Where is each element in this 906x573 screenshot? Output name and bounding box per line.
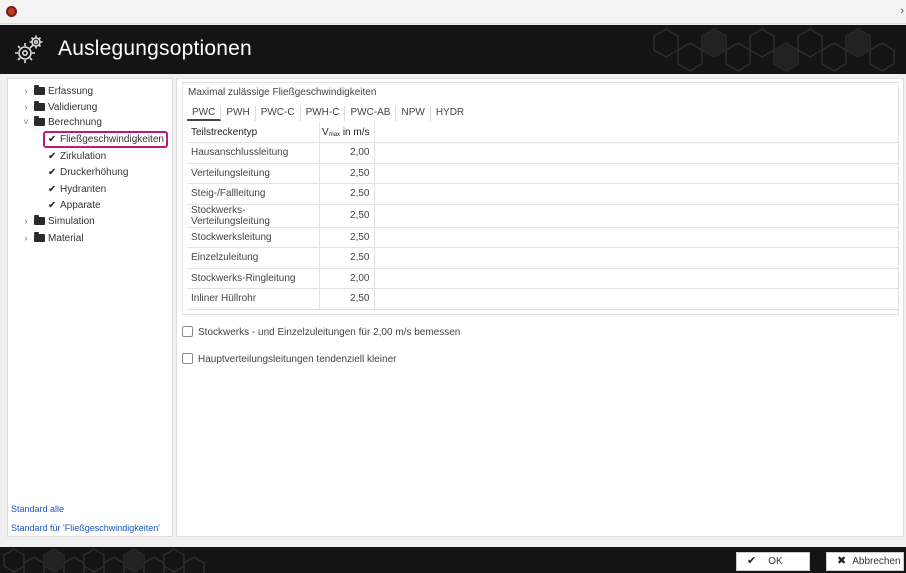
table-row[interactable]: Stockwerksleitung 2,50 bbox=[187, 227, 899, 248]
folder-icon bbox=[34, 232, 45, 242]
checkbox[interactable] bbox=[182, 353, 193, 364]
tree-item-material[interactable]: › Material bbox=[20, 231, 84, 246]
tree-item-zirkulation[interactable]: ✔ Zirkulation bbox=[48, 149, 106, 164]
ok-button[interactable]: ✔ OK bbox=[736, 552, 810, 571]
option-stockwerks-2m-checkbox[interactable]: Stockwerks - und Einzelzuleitungen für 2… bbox=[182, 326, 460, 340]
tree-item-label: Zirkulation bbox=[60, 151, 107, 162]
tab-pwh[interactable]: PWH bbox=[221, 106, 256, 121]
cell-vmax[interactable]: 2,50 bbox=[319, 227, 375, 248]
option-hauptverteilung-checkbox[interactable]: Hauptverteilungsleitungen tendenziell kl… bbox=[182, 353, 396, 367]
column-header-type: Teilstreckentyp bbox=[187, 122, 320, 143]
dialog-title: Auslegungsoptionen bbox=[58, 37, 252, 60]
folder-open-icon bbox=[34, 116, 45, 126]
cell-vmax[interactable]: 2,50 bbox=[319, 163, 375, 184]
column-header-vmax: Vmax in m/s bbox=[319, 122, 375, 143]
tree-item-label: Apparate bbox=[60, 200, 101, 211]
option-label: Stockwerks - und Einzelzuleitungen für 2… bbox=[198, 327, 461, 338]
cell-vmax[interactable]: 2,50 bbox=[319, 183, 375, 205]
table-row[interactable]: Steig-/Fallleitung 2,50 bbox=[187, 183, 899, 205]
cell-type: Verteilungsleitung bbox=[187, 163, 320, 184]
option-label: Hauptverteilungsleitungen tendenziell kl… bbox=[198, 354, 397, 365]
tree-item-label: Simulation bbox=[48, 216, 95, 227]
checkmark-icon: ✔ bbox=[747, 555, 757, 567]
chevron-right-icon[interactable]: › bbox=[20, 100, 32, 115]
cell-vmax[interactable]: 2,00 bbox=[319, 142, 375, 164]
checkmark-icon: ✔ bbox=[48, 151, 57, 162]
checkbox[interactable] bbox=[182, 326, 193, 337]
reset-current-link[interactable]: Standard für 'Fließgeschwindigkeiten' bbox=[11, 523, 160, 533]
table-row[interactable]: Stockwerks-Ringleitung 2,00 bbox=[187, 268, 899, 289]
tab-npw[interactable]: NPW bbox=[396, 106, 431, 121]
tree-item-label: Hydranten bbox=[60, 184, 107, 195]
folder-icon bbox=[34, 215, 45, 225]
cell-type: Stockwerks-Ringleitung bbox=[187, 268, 320, 289]
cell-type: Inliner Hüllrohr bbox=[187, 288, 320, 310]
cell-type: Einzelzuleitung bbox=[187, 247, 320, 269]
checkmark-icon: ✔ bbox=[48, 134, 57, 145]
tree-item-label: Fließgeschwindigkeiten bbox=[60, 134, 164, 145]
window-titlebar: › bbox=[0, 0, 906, 24]
velocity-panel: Maximal zulässige Fließgeschwindigkeiten… bbox=[182, 82, 899, 315]
chevron-right-icon[interactable]: › bbox=[20, 231, 32, 246]
app-icon bbox=[6, 6, 17, 17]
table-row[interactable]: Hausanschlussleitung 2,00 bbox=[187, 142, 899, 164]
tab-hydr[interactable]: HYDR bbox=[431, 106, 469, 121]
cell-type: Stockwerksleitung bbox=[187, 227, 320, 248]
cell-vmax[interactable]: 2,00 bbox=[319, 268, 375, 289]
hexagon-pattern bbox=[653, 28, 895, 72]
tree-item-erfassung[interactable]: › Erfassung bbox=[20, 84, 93, 99]
chevron-right-icon[interactable]: › bbox=[20, 214, 32, 229]
tree-item-simulation[interactable]: › Simulation bbox=[20, 214, 95, 229]
tree-item-label: Erfassung bbox=[48, 86, 94, 97]
tab-pwc-c[interactable]: PWC-C bbox=[256, 106, 301, 121]
hexagon-pattern bbox=[3, 548, 205, 573]
dialog-footer: ✔ OK ✖ Abbrechen bbox=[0, 547, 906, 573]
tree-item-label: Berechnung bbox=[48, 117, 102, 128]
tab-pwc[interactable]: PWC bbox=[187, 106, 222, 121]
cell-vmax[interactable]: 2,50 bbox=[319, 204, 375, 228]
cancel-button[interactable]: ✖ Abbrechen bbox=[826, 552, 904, 571]
chevron-down-icon[interactable]: ˅ bbox=[20, 115, 32, 130]
tree-item-validierung[interactable]: › Validierung bbox=[20, 100, 97, 115]
folder-icon bbox=[34, 85, 45, 95]
gears-icon bbox=[15, 35, 43, 63]
main-content: Maximal zulässige Fließgeschwindigkeiten… bbox=[176, 78, 904, 537]
checkmark-icon: ✔ bbox=[48, 167, 57, 178]
table-header-row: Teilstreckentyp Vmax in m/s bbox=[187, 122, 899, 143]
close-icon: ✖ bbox=[837, 555, 847, 567]
panel-caption: Maximal zulässige Fließgeschwindigkeiten bbox=[188, 87, 377, 98]
cell-vmax[interactable]: 2,50 bbox=[319, 247, 375, 269]
table-row[interactable]: Inliner Hüllrohr 2,50 bbox=[187, 288, 899, 310]
cell-type: Steig-/Fallleitung bbox=[187, 183, 320, 205]
tree-item-label: Druckerhöhung bbox=[60, 167, 129, 178]
cell-type: Hausanschlussleitung bbox=[187, 142, 320, 164]
chevron-right-icon[interactable]: › bbox=[20, 84, 32, 99]
tree-item-apparate[interactable]: ✔ Apparate bbox=[48, 198, 101, 213]
tree-item-druckerhoehung[interactable]: ✔ Druckerhöhung bbox=[48, 165, 128, 180]
folder-icon bbox=[34, 101, 45, 111]
reset-all-link[interactable]: Standard alle bbox=[11, 504, 64, 514]
tree-item-fliessgeschwindigkeiten[interactable]: ✔ Fließgeschwindigkeiten bbox=[43, 131, 168, 148]
cell-vmax[interactable]: 2,50 bbox=[319, 288, 375, 310]
tree-item-label: Material bbox=[48, 233, 84, 244]
tab-pwc-ab[interactable]: PWC-AB bbox=[345, 106, 397, 121]
window-close-button[interactable]: › bbox=[900, 5, 904, 17]
tree-item-hydranten[interactable]: ✔ Hydranten bbox=[48, 182, 106, 197]
table-row[interactable]: Einzelzuleitung 2,50 bbox=[187, 247, 899, 269]
table-row[interactable]: Verteilungsleitung 2,50 bbox=[187, 163, 899, 184]
checkmark-icon: ✔ bbox=[48, 200, 57, 211]
medium-tabs: PWC PWH PWC-C PWH-C PWC-AB NPW HYDR bbox=[187, 106, 469, 121]
checkmark-icon: ✔ bbox=[48, 184, 57, 195]
velocity-table: Teilstreckentyp Vmax in m/s Hausanschlus… bbox=[187, 122, 899, 310]
tree-item-berechnung[interactable]: ˅ Berechnung bbox=[20, 115, 102, 130]
dialog-header: Auslegungsoptionen bbox=[0, 25, 906, 74]
tab-pwh-c[interactable]: PWH-C bbox=[301, 106, 346, 121]
options-tree: › Erfassung › Validierung ˅ Berechnung ✔ Fli… bbox=[7, 78, 173, 537]
tree-item-label: Validierung bbox=[48, 102, 98, 113]
cell-type: Stockwerks-Verteilungsleitung bbox=[187, 204, 320, 228]
table-row[interactable]: Stockwerks-Verteilungsleitung 2,50 bbox=[187, 204, 899, 228]
